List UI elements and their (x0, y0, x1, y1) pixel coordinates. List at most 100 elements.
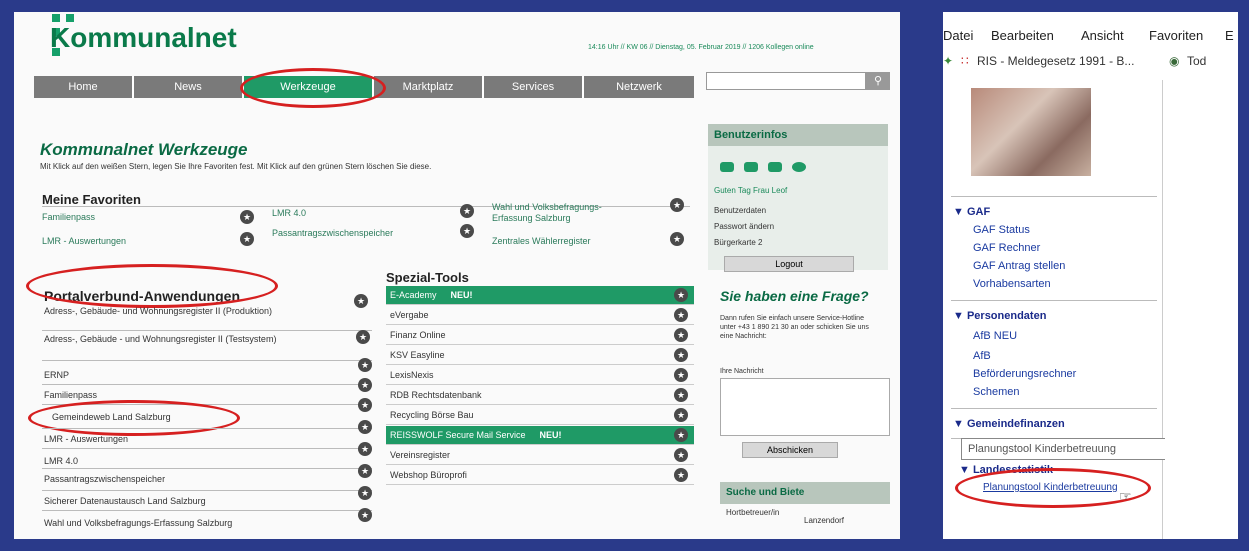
tab-tod[interactable]: Tod (1187, 54, 1206, 68)
star-icon[interactable]: ★ (674, 448, 688, 462)
triangle-down-icon: ▼ (953, 206, 967, 218)
search-input[interactable] (706, 72, 866, 90)
favorite-item[interactable]: Wahl und Volksbefragungs-Erfassung Salzb… (492, 202, 642, 224)
sidebar-category-gemeindefinanzen[interactable]: ▼ Gemeindefinanzen (953, 418, 1065, 430)
spezial-item[interactable]: RDB Rechtsdatenbank (386, 386, 694, 405)
menu-extras[interactable]: E (1225, 28, 1234, 43)
chat-icon[interactable] (768, 162, 782, 172)
star-icon[interactable]: ★ (358, 378, 372, 392)
favorite-item[interactable]: LMR - Auswertungen (42, 236, 126, 246)
userinfo-link[interactable]: Benutzerdaten (714, 206, 766, 215)
suche-item[interactable]: Hortbetreuer/in (726, 508, 779, 517)
star-icon[interactable]: ★ (358, 358, 372, 372)
portal-item[interactable]: LMR 4.0 (44, 456, 78, 467)
sidebar-item[interactable]: Vorhabensarten (973, 278, 1051, 290)
star-icon[interactable]: ★ (674, 348, 688, 362)
favorites-heading: Meine Favoriten (42, 192, 141, 207)
menu-datei[interactable]: Datei (943, 28, 973, 43)
sidebar-category-label: Gemeindefinanzen (966, 418, 1065, 430)
spezial-item[interactable]: eVergabe (386, 306, 694, 325)
portal-item[interactable]: Wahl und Volksbefragungs-Erfassung Salzb… (44, 518, 232, 529)
portal-item[interactable]: Adress-, Gebäude- und Wohnungsregister I… (44, 306, 294, 317)
star-icon[interactable]: ★ (358, 464, 372, 478)
menu-ansicht[interactable]: Ansicht (1081, 28, 1124, 43)
search-icon[interactable]: ⚲ (866, 72, 890, 90)
sidebar-item[interactable]: GAF Rechner (973, 242, 1040, 254)
sidebar-item[interactable]: AfB (973, 350, 991, 362)
sidebar-item[interactable]: GAF Antrag stellen (973, 260, 1065, 272)
message-icon[interactable] (720, 162, 734, 172)
spezial-item[interactable]: Recycling Börse Bau (386, 406, 694, 425)
star-icon[interactable]: ★ (674, 468, 688, 482)
portal-item[interactable]: ERNP (44, 370, 69, 381)
nav-marktplatz[interactable]: Marktplatz (374, 76, 484, 98)
star-icon[interactable]: ★ (460, 204, 474, 218)
spezial-heading: Spezial-Tools (386, 270, 469, 285)
sidebar-item[interactable]: GAF Status (973, 224, 1030, 236)
sidebar-category-gaf[interactable]: ▼ GAF (953, 206, 990, 218)
star-icon[interactable]: ★ (674, 388, 688, 402)
star-icon[interactable]: ★ (358, 420, 372, 434)
tab-ris[interactable]: RIS - Meldegesetz 1991 - B... (977, 54, 1134, 68)
nav-services[interactable]: Services (484, 76, 584, 98)
favorite-item[interactable]: Familienpass (42, 212, 95, 222)
spezial-item[interactable]: LexisNexis (386, 366, 694, 385)
favorite-item[interactable]: LMR 4.0 (272, 208, 306, 218)
userinfo-link[interactable]: Passwort ändern (714, 222, 774, 231)
star-icon[interactable]: ★ (670, 198, 684, 212)
favorite-item[interactable]: Passantragszwischenspeicher (272, 228, 393, 238)
sidebar-item[interactable]: Beförderungsrechner (973, 368, 1076, 380)
triangle-down-icon: ▼ (959, 464, 973, 476)
sidebar-item[interactable]: AfB NEU (973, 330, 1017, 342)
nachricht-textarea[interactable] (720, 378, 890, 436)
star-icon[interactable]: ★ (674, 428, 688, 442)
triangle-down-icon: ▼ (953, 418, 967, 430)
star-icon[interactable]: ★ (358, 398, 372, 412)
nav-netzwerk[interactable]: Netzwerk (584, 76, 694, 98)
page-description: Mit Klick auf den weißen Stern, legen Si… (40, 162, 432, 171)
portal-item[interactable]: Adress-, Gebäude - und Wohnungsregister … (44, 334, 294, 345)
star-icon[interactable]: ★ (240, 210, 254, 224)
users-icon[interactable] (744, 162, 758, 172)
star-icon[interactable]: ★ (674, 308, 688, 322)
star-icon[interactable]: ★ (354, 294, 368, 308)
spezial-item[interactable]: Webshop Büroprofi (386, 466, 694, 485)
sidebar-item[interactable]: Schemen (973, 386, 1019, 398)
favorite-item[interactable]: Zentrales Wählerregister (492, 236, 591, 246)
status-line: 14:16 Uhr // KW 06 // Dienstag, 05. Febr… (588, 44, 814, 51)
userinfo-heading: Benutzerinfos (708, 124, 888, 146)
spezial-item[interactable]: E-Academy NEU! (386, 286, 694, 305)
brand-logo[interactable]: Kommunalnet (50, 22, 237, 54)
star-icon[interactable]: ★ (670, 232, 684, 246)
star-icon[interactable]: ★ (358, 442, 372, 456)
star-icon[interactable]: ★ (674, 328, 688, 342)
userinfo-link[interactable]: Bürgerkarte 2 (714, 238, 762, 247)
portal-item[interactable]: Passantragszwischenspeicher (44, 474, 165, 485)
nachricht-label: Ihre Nachricht (720, 368, 764, 375)
star-icon[interactable]: ★ (460, 224, 474, 238)
star-icon[interactable]: ★ (674, 368, 688, 382)
triangle-down-icon: ▼ (953, 310, 967, 322)
star-icon[interactable]: ★ (356, 330, 370, 344)
sidebar-category-personendaten[interactable]: ▼ Personendaten (953, 310, 1046, 322)
star-icon[interactable]: ★ (358, 486, 372, 500)
logout-button[interactable]: Logout (724, 256, 854, 272)
portal-item[interactable]: Sicherer Datenaustausch Land Salzburg (44, 496, 206, 507)
star-icon[interactable]: ★ (674, 288, 688, 302)
nav-home[interactable]: Home (34, 76, 134, 98)
spezial-item[interactable]: Vereinsregister (386, 446, 694, 465)
star-icon[interactable]: ★ (240, 232, 254, 246)
abschicken-button[interactable]: Abschicken (742, 442, 838, 458)
comment-icon[interactable] (792, 162, 806, 172)
portal-item[interactable]: LMR - Auswertungen (44, 434, 128, 445)
nav-news[interactable]: News (134, 76, 244, 98)
spezial-item[interactable]: REISSWOLF Secure Mail Service NEU! (386, 426, 694, 445)
portal-item[interactable]: Familienpass (44, 390, 97, 401)
star-icon[interactable]: ★ (674, 408, 688, 422)
menu-favoriten[interactable]: Favoriten (1149, 28, 1203, 43)
ris-icon: ∷ (961, 54, 969, 68)
menu-bearbeiten[interactable]: Bearbeiten (991, 28, 1054, 43)
spezial-item[interactable]: KSV Easyline (386, 346, 694, 365)
spezial-item[interactable]: Finanz Online (386, 326, 694, 345)
star-icon[interactable]: ★ (358, 508, 372, 522)
